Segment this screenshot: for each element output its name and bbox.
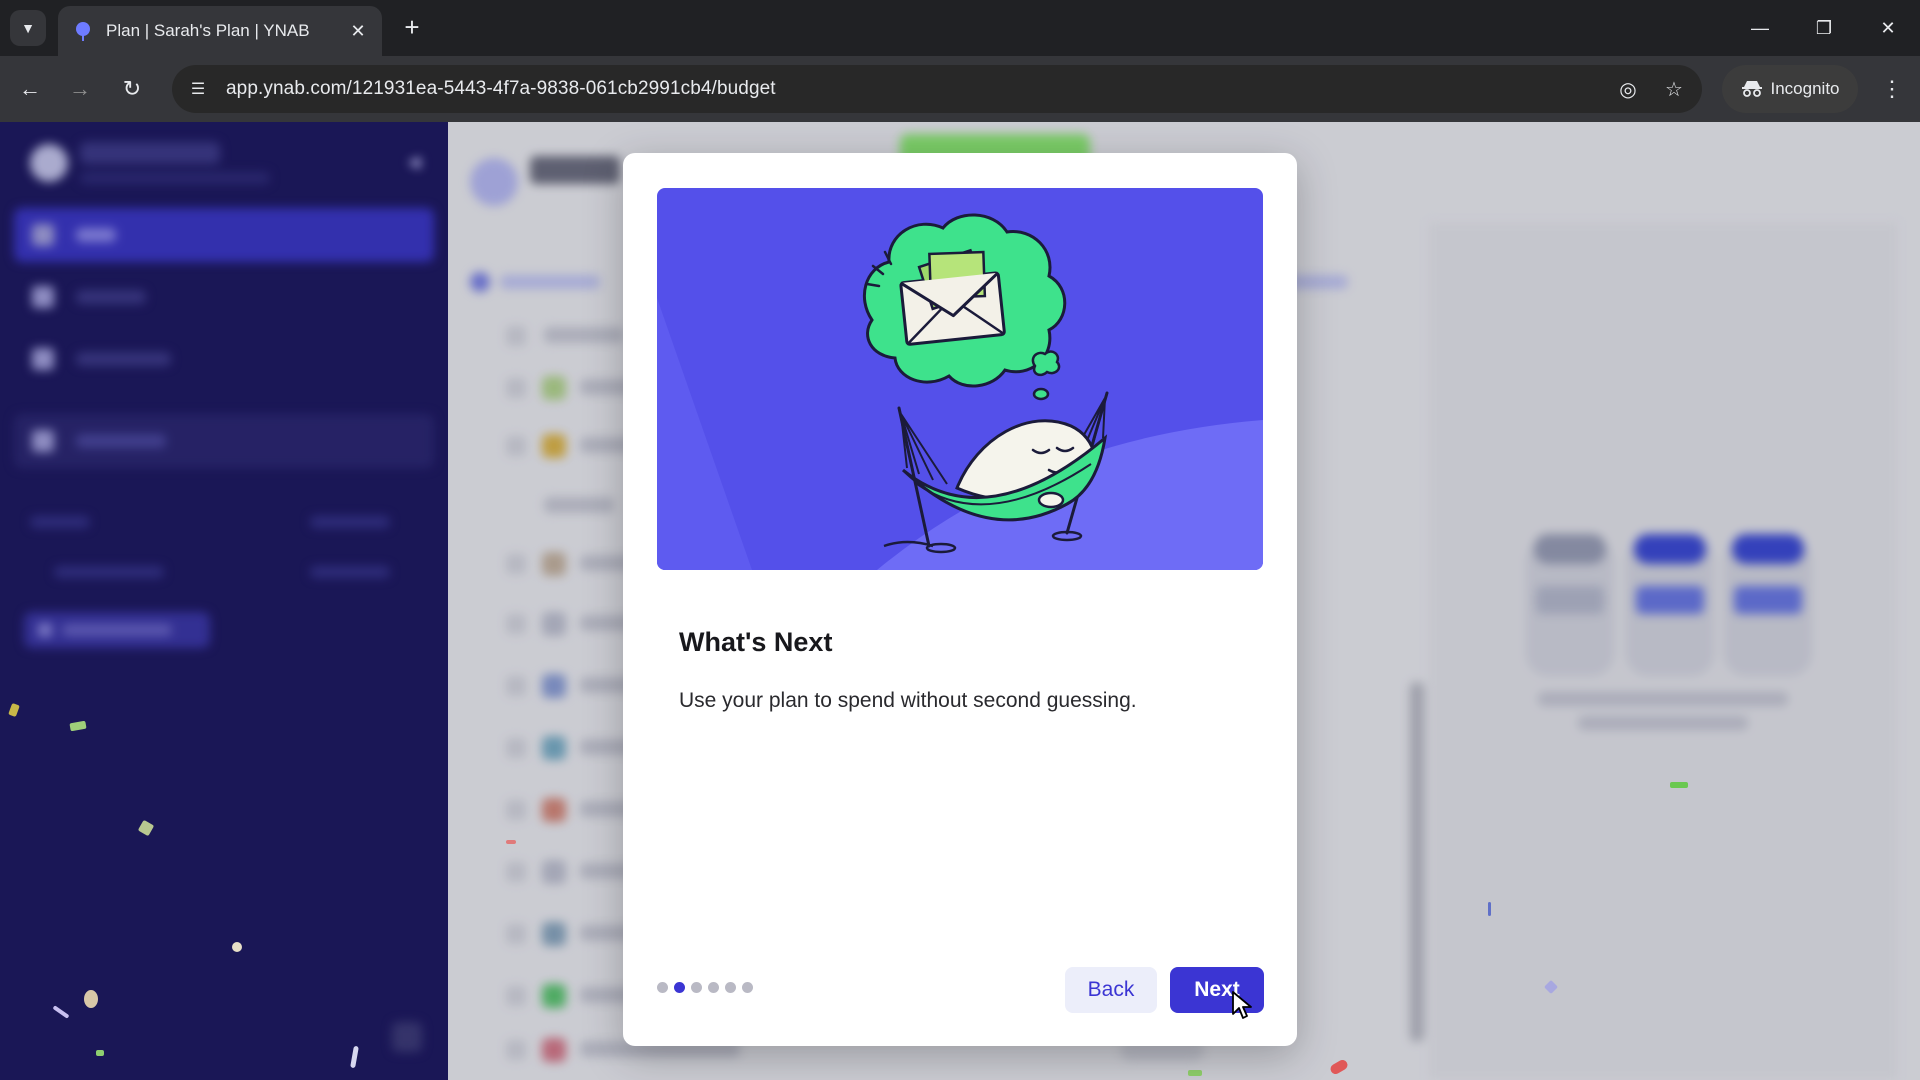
bookmark-star-icon[interactable]: ☆ — [1656, 77, 1692, 102]
minimize-button[interactable]: — — [1728, 0, 1792, 56]
hammock-illustration — [657, 213, 1263, 570]
address-bar[interactable]: ☰ app.ynab.com/121931ea-5443-4f7a-9838-0… — [172, 65, 1702, 113]
step-dot — [742, 982, 753, 993]
close-window-button[interactable]: ✕ — [1856, 0, 1920, 56]
confetti-piece — [1488, 902, 1491, 916]
browser-tab-active[interactable]: Plan | Sarah's Plan | YNAB ✕ — [58, 6, 382, 56]
eye-off-icon[interactable]: ◎ — [1610, 77, 1646, 102]
chevron-down-icon: ▼ — [21, 20, 35, 36]
tab-title: Plan | Sarah's Plan | YNAB — [106, 21, 310, 40]
confetti-piece — [1670, 782, 1688, 788]
reload-button[interactable]: ↻ — [116, 73, 148, 105]
browser-tabstrip: ▼ Plan | Sarah's Plan | YNAB ✕ + — ❐ ✕ — [0, 0, 1920, 56]
new-tab-button[interactable]: + — [396, 12, 428, 44]
step-dot — [674, 982, 685, 993]
incognito-icon — [1741, 81, 1762, 97]
step-indicator — [657, 982, 753, 993]
step-dot — [691, 982, 702, 993]
ynab-favicon-icon — [76, 22, 90, 41]
modal-body-text: Use your plan to spend without second gu… — [679, 689, 1137, 712]
confetti-piece — [232, 942, 242, 952]
back-nav-button[interactable]: ← — [14, 73, 46, 105]
incognito-indicator[interactable]: Incognito — [1722, 65, 1858, 113]
tab-close-icon[interactable]: ✕ — [346, 21, 370, 42]
step-dot — [657, 982, 668, 993]
mouse-pointer-icon — [1232, 991, 1252, 1019]
onboarding-modal: What's Next Use your plan to spend witho… — [623, 153, 1297, 1046]
step-dot — [708, 982, 719, 993]
back-button[interactable]: Back — [1065, 967, 1157, 1013]
confetti-piece — [1188, 1070, 1202, 1076]
forward-nav-button[interactable]: → — [64, 73, 96, 105]
tab-search-button[interactable]: ▼ — [10, 10, 46, 46]
browser-toolbar: ← → ↻ ☰ app.ynab.com/121931ea-5443-4f7a-… — [0, 56, 1920, 122]
restore-button[interactable]: ❐ — [1792, 0, 1856, 56]
browser-menu-icon[interactable]: ⋮ — [1876, 73, 1908, 105]
confetti-piece — [96, 1050, 104, 1056]
incognito-label: Incognito — [1770, 79, 1840, 98]
address-url[interactable]: app.ynab.com/121931ea-5443-4f7a-9838-061… — [226, 78, 1610, 100]
step-dot — [725, 982, 736, 993]
site-settings-icon[interactable]: ☰ — [178, 79, 218, 99]
confetti-piece — [84, 990, 98, 1008]
hero-illustration — [657, 188, 1263, 570]
modal-title: What's Next — [679, 627, 833, 657]
confetti-piece — [506, 840, 516, 844]
